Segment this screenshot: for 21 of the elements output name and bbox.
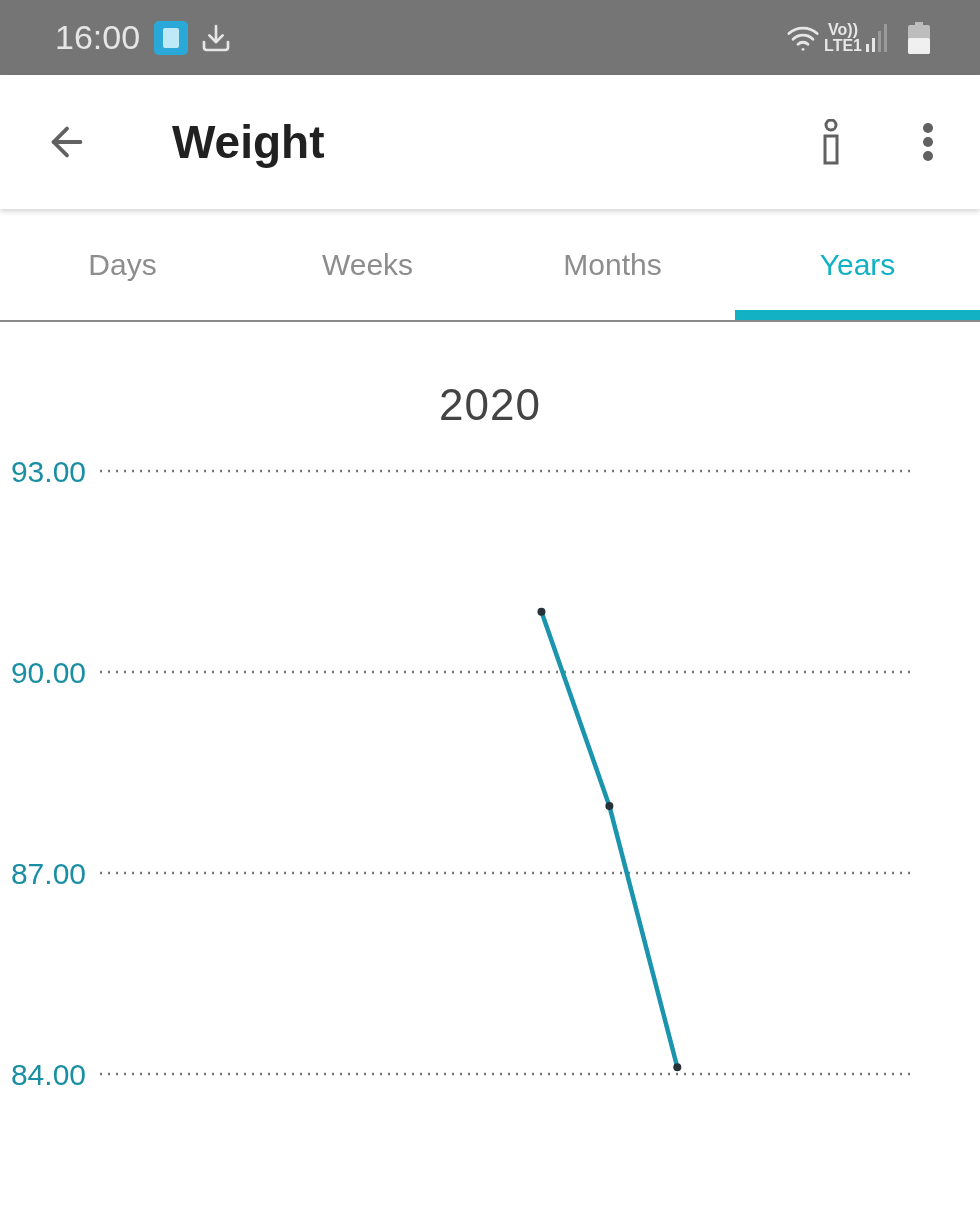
y-axis-label: 87.00 — [10, 857, 86, 890]
y-axis-label: 93.00 — [10, 455, 86, 488]
info-icon — [821, 119, 841, 165]
signal-icon — [866, 23, 888, 52]
data-point — [537, 607, 546, 616]
data-point — [673, 1063, 682, 1072]
volte-label: Vo)) — [828, 21, 858, 38]
app-icon — [154, 20, 189, 55]
data-point — [605, 802, 614, 810]
screen-title: Weight — [172, 114, 325, 170]
battery-icon — [908, 21, 930, 54]
lte-label: LTE1 — [824, 37, 862, 54]
tab[interactable]: Weeks — [245, 209, 490, 320]
y-axis-label: 90.00 — [10, 656, 86, 689]
more-icon — [922, 122, 934, 162]
year-title: 2020 — [439, 379, 541, 431]
tab[interactable]: Months — [490, 209, 735, 320]
status-time: 16:00 — [55, 17, 141, 58]
tab[interactable]: Days — [0, 209, 245, 320]
tab[interactable]: Years — [735, 209, 980, 320]
y-axis-label: 84.00 — [10, 1058, 86, 1091]
